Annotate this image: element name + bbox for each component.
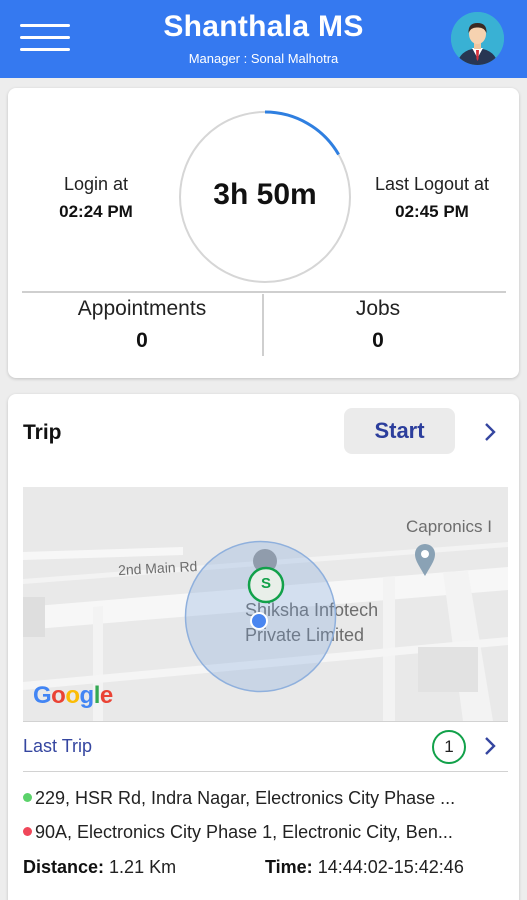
login-label: Login at <box>63 174 129 194</box>
last-trip-link[interactable]: Last Trip <box>23 736 92 757</box>
time-label: Time: <box>265 857 313 877</box>
trip-title: Trip <box>23 421 62 444</box>
start-marker-label: S <box>260 575 271 592</box>
attendance-card: Login at 02:24 PM 3h 50m Last Logout at … <box>8 88 519 378</box>
end-address-text: 90A, Electronics City Phase 1, Electroni… <box>35 822 453 842</box>
trip-card: Trip Start 2nd Main Rd Capronics I Shiks… <box>8 394 519 900</box>
avatar[interactable] <box>451 12 504 65</box>
place-label: Capronics I <box>406 517 492 536</box>
distance-value: 1.21 Km <box>109 857 177 877</box>
trip-distance: Distance: 1.21 Km <box>23 857 176 878</box>
logout-label: Last Logout at <box>374 174 490 194</box>
chevron-right-icon[interactable] <box>480 735 500 757</box>
trip-start-address: 229, HSR Rd, Indra Nagar, Electronics Ci… <box>23 788 503 809</box>
divider <box>22 291 506 293</box>
logo-letter: g <box>79 682 95 709</box>
appointments-label: Appointments <box>77 297 207 320</box>
logo-letter: e <box>99 682 113 709</box>
user-name-title: Shanthala MS <box>163 10 364 43</box>
login-time: 02:24 PM <box>59 202 133 221</box>
app-header: Shanthala MS Manager : Sonal Malhotra <box>0 0 527 78</box>
start-trip-button[interactable]: Start <box>344 408 455 454</box>
time-value: 14:44:02-15:42:46 <box>317 857 464 877</box>
logo-letter: o <box>51 682 66 709</box>
appointments-count: 0 <box>136 329 148 352</box>
current-location-icon <box>250 612 268 630</box>
last-trip-count-badge: 1 <box>432 730 466 764</box>
divider <box>23 771 508 772</box>
trip-time: Time: 14:44:02-15:42:46 <box>265 857 464 878</box>
manager-subtitle: Manager : Sonal Malhotra <box>188 51 339 66</box>
logo-letter: o <box>65 682 80 709</box>
jobs-count: 0 <box>372 329 384 352</box>
distance-label: Distance: <box>23 857 105 877</box>
trip-end-address: 90A, Electronics City Phase 1, Electroni… <box>23 822 503 843</box>
red-dot-icon <box>23 827 32 836</box>
chevron-right-icon[interactable] <box>480 421 500 443</box>
start-address-text: 229, HSR Rd, Indra Nagar, Electronics Ci… <box>35 788 456 808</box>
duration-value: 3h 50m <box>213 178 317 211</box>
divider <box>23 721 508 722</box>
logout-time: 02:45 PM <box>395 202 469 221</box>
logo-letter: G <box>33 682 52 709</box>
trip-map[interactable]: 2nd Main Rd Capronics I Shiksha Infotech… <box>23 487 508 721</box>
place-pin-icon <box>415 544 435 576</box>
green-dot-icon <box>23 793 32 802</box>
google-logo: Google <box>33 682 113 710</box>
jobs-label: Jobs <box>355 297 401 320</box>
